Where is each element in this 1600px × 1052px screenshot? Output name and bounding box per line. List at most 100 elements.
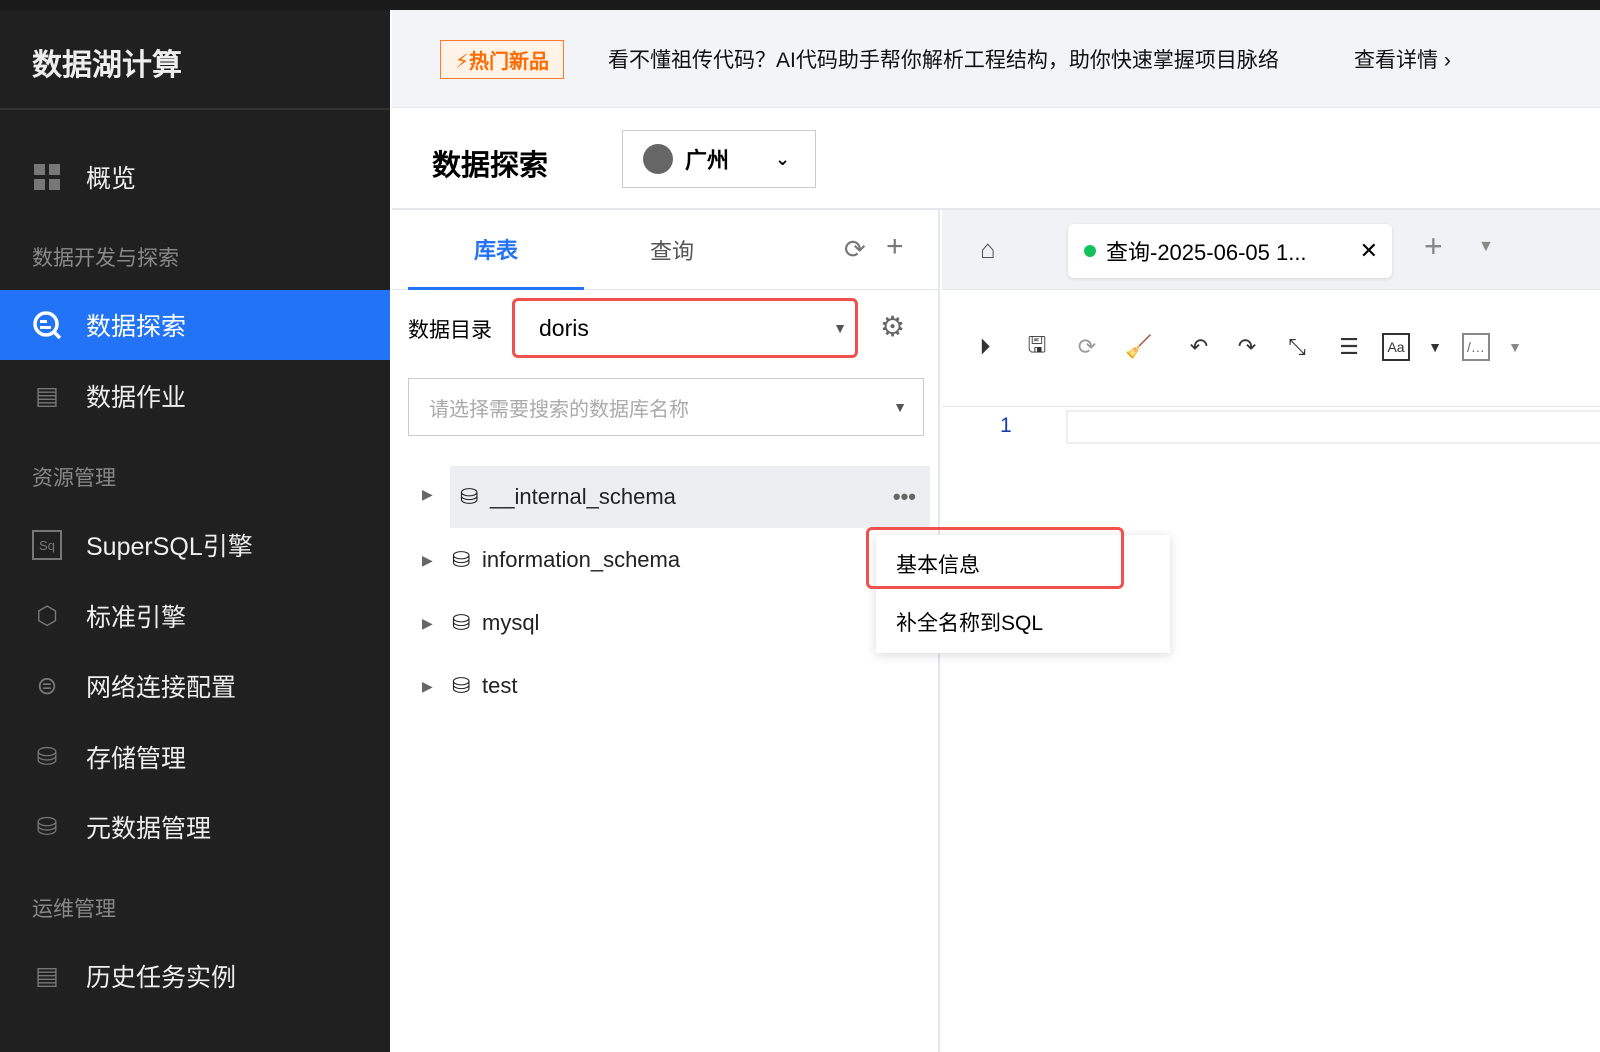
sidebar-item-overview[interactable]: 概览 xyxy=(0,142,390,212)
add-tab-icon[interactable]: + xyxy=(1424,228,1443,265)
code-input[interactable] xyxy=(1066,410,1600,444)
sidebar-item-label: 网络连接配置 xyxy=(86,674,237,702)
run-icon[interactable]: ⏵ xyxy=(968,330,1002,364)
search-placeholder: 请选择需要搜索的数据库名称 xyxy=(429,398,689,421)
database-search-select[interactable]: 请选择需要搜索的数据库名称 ▼ xyxy=(408,378,924,436)
sidebar-item-standard-engine[interactable]: ⬡ 标准引擎 xyxy=(0,581,390,651)
sync-icon[interactable]: ⟳ xyxy=(1070,330,1104,364)
save-icon[interactable]: 🖫 xyxy=(1020,330,1054,364)
sidebar-item-label: SuperSQL引擎 xyxy=(86,533,253,561)
gear-icon[interactable]: ⚙ xyxy=(880,310,905,343)
document-icon: ▤ xyxy=(35,382,59,410)
grid-icon xyxy=(32,162,62,192)
expand-caret-icon[interactable]: ▶ xyxy=(422,678,452,695)
dropdown-arrow-icon: ▼ xyxy=(893,399,907,415)
tab-dropdown-icon[interactable]: ▼ xyxy=(1478,238,1494,256)
tree-item-information-schema[interactable]: ▶ ⛁ information_schema xyxy=(422,529,932,591)
sidebar-item-label: 存储管理 xyxy=(86,745,187,773)
region-select[interactable]: 广州 ⌄ xyxy=(622,130,816,188)
page-header: 数据探索 广州 ⌄ xyxy=(392,108,1600,210)
status-dot xyxy=(1084,245,1096,257)
format-icon[interactable]: /… xyxy=(1462,333,1490,361)
query-tab[interactable]: 查询-2025-06-05 1... ✕ xyxy=(1068,224,1392,278)
top-strip xyxy=(0,0,1600,10)
banner-text: 看不懂祖传代码？AI代码助手帮你解析工程结构，助你快速掌握项目脉络 xyxy=(608,49,1279,72)
region-value: 广州 xyxy=(685,148,730,173)
format-dropdown-icon[interactable]: ▼ xyxy=(1498,330,1532,364)
menu-item-complete-name[interactable]: 补全名称到SQL xyxy=(876,593,1170,651)
home-icon[interactable]: ⌂ xyxy=(980,234,996,265)
cube-icon: ⬡ xyxy=(36,602,58,630)
expand-caret-icon[interactable]: ▶ xyxy=(422,615,452,632)
panel-tabs: 库表 查询 ⟳ + xyxy=(392,210,940,290)
chevron-down-icon: ⌄ xyxy=(775,148,791,169)
redo-icon[interactable]: ↷ xyxy=(1230,330,1264,364)
tab-query[interactable]: 查询 xyxy=(584,210,760,290)
promo-banner: ⚡热门新品 看不懂祖传代码？AI代码助手帮你解析工程结构，助你快速掌握项目脉络 … xyxy=(392,10,1600,108)
tree-item-internal-schema[interactable]: ⛁ __internal_schema ••• xyxy=(450,466,930,528)
page-title: 数据探索 xyxy=(432,150,549,182)
sidebar-item-storage[interactable]: ⛁ 存储管理 xyxy=(0,722,390,792)
sidebar-item-label: 概览 xyxy=(86,165,137,193)
close-icon[interactable]: ✕ xyxy=(1360,238,1378,264)
divider xyxy=(942,406,1600,407)
tree-item-mysql[interactable]: ▶ ⛁ mysql xyxy=(422,592,932,654)
database-icon: ⛁ xyxy=(452,547,471,572)
expand-caret-icon[interactable]: ▶ xyxy=(422,552,452,569)
sidebar-item-supersql[interactable]: Sq SuperSQL引擎 xyxy=(0,510,390,580)
sidebar-item-label: 数据探索 xyxy=(86,313,187,341)
database-icon: ⛁ xyxy=(460,484,479,509)
hot-badge: ⚡热门新品 xyxy=(440,40,565,79)
globe-icon xyxy=(643,144,673,174)
more-icon[interactable]: ••• xyxy=(893,484,916,510)
highlight-box xyxy=(866,527,1124,589)
add-icon[interactable]: + xyxy=(886,230,904,264)
refresh-icon[interactable]: ⟳ xyxy=(844,234,866,265)
history-icon: ▤ xyxy=(35,962,59,990)
db-name: __internal_schema xyxy=(490,484,676,509)
sidebar: 数据湖计算 概览 数据开发与探索 数据探索 ▤ 数据作业 资源管理 Sq Super… xyxy=(0,10,390,1052)
network-icon: ⊜ xyxy=(36,672,58,700)
brand-title: 数据湖计算 xyxy=(32,49,182,82)
search-data-icon xyxy=(32,310,62,340)
editor-tabs: ⌂ 查询-2025-06-05 1... ✕ + ▼ xyxy=(942,210,1600,290)
undo-icon[interactable]: ↶ xyxy=(1182,330,1216,364)
tab-tables[interactable]: 库表 xyxy=(408,210,584,290)
divider xyxy=(0,108,390,110)
sidebar-item-metadata[interactable]: ⛁ 元数据管理 xyxy=(0,792,390,862)
sidebar-item-data-job[interactable]: ▤ 数据作业 xyxy=(0,361,390,431)
group-label: 资源管理 xyxy=(32,467,116,490)
db-name: mysql xyxy=(482,610,540,635)
storage-icon: ⛁ xyxy=(36,743,58,771)
db-name: information_schema xyxy=(482,547,681,572)
sidebar-item-label: 标准引擎 xyxy=(86,604,187,632)
metadata-icon: ⛁ xyxy=(36,813,58,841)
catalog-label: 数据目录 xyxy=(408,319,492,342)
chevron-right-icon: › xyxy=(1443,49,1451,72)
link-label: 查看详情 xyxy=(1354,49,1438,72)
group-label: 运维管理 xyxy=(32,898,116,921)
font-icon[interactable]: Aa xyxy=(1382,333,1410,361)
sidebar-item-label: 历史任务实例 xyxy=(86,964,237,992)
clear-brush-icon[interactable]: 🧹 xyxy=(1122,330,1156,364)
font-dropdown-icon[interactable]: ▼ xyxy=(1418,330,1452,364)
sidebar-item-network[interactable]: ⊜ 网络连接配置 xyxy=(0,651,390,721)
database-icon: ⛁ xyxy=(452,673,471,698)
database-icon: ⛁ xyxy=(452,610,471,635)
tab-label: 查询-2025-06-05 1... xyxy=(1106,240,1307,265)
sidebar-item-data-explore[interactable]: 数据探索 xyxy=(0,290,390,360)
tree-item-test[interactable]: ▶ ⛁ test xyxy=(422,655,932,717)
banner-details-link[interactable]: 查看详情 › xyxy=(1354,44,1451,74)
sidebar-item-label: 元数据管理 xyxy=(86,815,212,843)
line-number: 1 xyxy=(1000,414,1012,437)
dropdown-arrow-icon: ▼ xyxy=(833,320,847,336)
sql-icon: Sq xyxy=(32,530,62,560)
line-numbers-icon[interactable]: ☰ xyxy=(1332,330,1366,364)
expand-caret-icon[interactable]: ▶ xyxy=(422,486,433,503)
catalog-value: doris xyxy=(539,314,589,341)
catalog-select[interactable]: doris ▼ xyxy=(512,298,858,358)
expand-icon[interactable]: ⤡ xyxy=(1280,330,1314,364)
catalog-panel: 库表 查询 ⟳ + 数据目录 doris ▼ ⚙ 请选择需要搜索的数据库名称 ▼ ⛁… xyxy=(392,210,940,1052)
group-label: 数据开发与探索 xyxy=(32,247,179,270)
sidebar-item-history[interactable]: ▤ 历史任务实例 xyxy=(0,941,390,1011)
